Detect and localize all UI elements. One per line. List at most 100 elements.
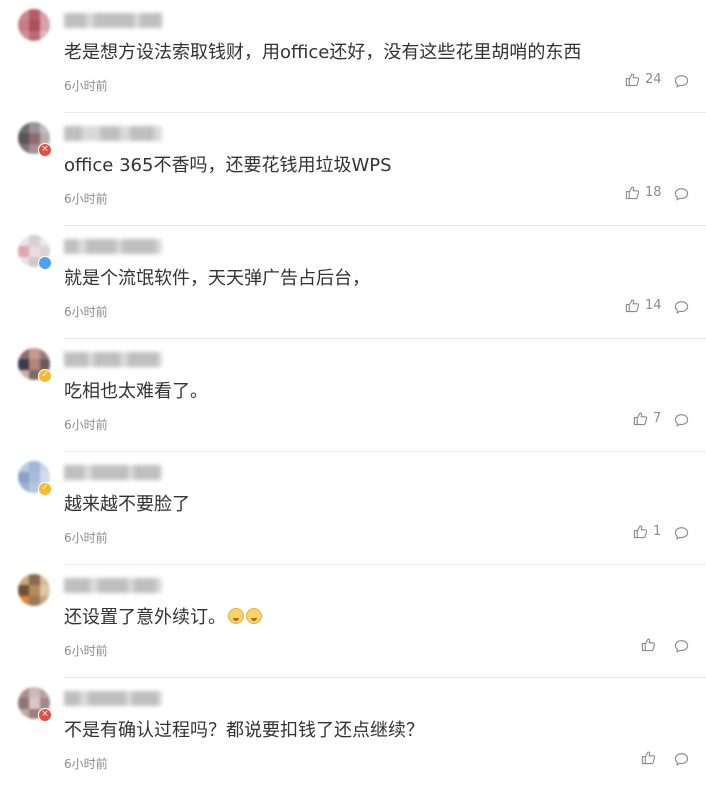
emoji-icon: [246, 608, 262, 624]
avatar-tile: [29, 246, 40, 257]
avatar-tile: [18, 461, 29, 472]
emoji-icon: [228, 608, 244, 624]
username-blur-segment: [100, 126, 120, 141]
avatar-tile: [40, 31, 50, 41]
username-blur-segment: [92, 465, 128, 480]
comment-text: 还设置了意外续订。: [64, 605, 262, 631]
comment-text: 就是个流氓软件，天天弹广告占后台，: [64, 268, 370, 289]
username-blurred[interactable]: [64, 465, 162, 480]
avatar-tile: [40, 585, 50, 596]
like-button[interactable]: [641, 637, 656, 652]
avatar-tile: [29, 698, 40, 709]
thumbs-up-icon: [633, 525, 648, 539]
comment-item: 老是想方设法索取钱财，用office还好，没有这些花里胡哨的东西 6小时前 24: [0, 0, 706, 113]
username-blur-segment: [64, 578, 90, 593]
username-blur-segment: [64, 465, 84, 480]
like-count: 18: [645, 185, 662, 200]
username-blur-segment: [64, 691, 80, 706]
reply-icon[interactable]: [674, 74, 689, 89]
avatar-tile: [18, 585, 29, 596]
username-blurred[interactable]: [64, 239, 162, 254]
avatar-tile: [40, 20, 50, 31]
username-blur-segment: [98, 578, 128, 593]
username-blur-segment: [94, 352, 120, 367]
username-blur-segment: [130, 126, 154, 141]
thumbs-up-icon: [633, 412, 648, 426]
avatar-tile: [18, 348, 29, 359]
username-blur-segment: [64, 352, 88, 367]
thumbs-up-icon: [641, 751, 656, 765]
username-blur-segment: [122, 239, 156, 254]
username-blurred[interactable]: [64, 352, 162, 367]
username-blurred[interactable]: [64, 126, 162, 141]
comment-text: office 365不香吗，还要花钱用垃圾WPS: [64, 155, 392, 176]
comment-time: 6小时前: [64, 192, 108, 206]
comment-time: 6小时前: [64, 644, 108, 658]
comment-text: 越来越不要脸了: [64, 494, 190, 515]
username-blur-segment: [88, 691, 126, 706]
avatar-tile: [18, 31, 29, 41]
thumbs-up-icon: [625, 299, 640, 313]
comment-time: 6小时前: [64, 531, 108, 545]
like-button[interactable]: 1: [633, 524, 661, 539]
username-blur-segment: [64, 239, 78, 254]
avatar-tile: [29, 348, 40, 359]
reply-icon[interactable]: [674, 413, 689, 428]
username-blur-segment: [140, 13, 162, 28]
avatar-tile: [18, 133, 29, 144]
username-blur-segment: [134, 578, 156, 593]
like-button[interactable]: 14: [625, 298, 662, 313]
avatar-tile: [18, 596, 29, 606]
avatar-tile: [40, 235, 50, 246]
comment-time: 6小时前: [64, 305, 108, 319]
avatar-tile: [18, 359, 29, 370]
avatar-tile: [29, 122, 40, 133]
username-blur-segment: [86, 239, 116, 254]
like-button[interactable]: 7: [633, 411, 661, 426]
comment-item: 还设置了意外续订。 6小时前: [0, 565, 706, 678]
avatar-tile: [18, 687, 29, 698]
avatar-tile: [29, 585, 40, 596]
reply-icon[interactable]: [674, 752, 689, 767]
like-button[interactable]: 24: [625, 72, 662, 87]
avatar-tile: [29, 687, 40, 698]
username-blurred[interactable]: [64, 13, 162, 28]
avatar[interactable]: [18, 574, 50, 606]
username-blurred[interactable]: [64, 578, 162, 593]
avatar-tile: [18, 235, 29, 246]
avatar-tile: [18, 246, 29, 257]
verified-badge-icon: ✓: [38, 482, 52, 496]
comment-item: × 不是有确认过程吗？都说要扣钱了还点继续？ 6小时前: [0, 678, 706, 791]
avatar-tile: [18, 698, 29, 709]
avatar-tile: [40, 9, 50, 20]
like-count: 1: [653, 524, 662, 539]
like-button[interactable]: [641, 750, 656, 765]
avatar-tile: [18, 472, 29, 483]
comment-list: 老是想方设法索取钱财，用office还好，没有这些花里胡哨的东西 6小时前 24…: [0, 0, 706, 791]
comment-item: ✓ 越来越不要脸了 6小时前 1: [0, 452, 706, 565]
avatar[interactable]: [18, 9, 50, 41]
avatar-tile: [40, 687, 50, 698]
username-blur-segment: [134, 465, 160, 480]
reply-icon[interactable]: [674, 187, 689, 202]
reply-icon[interactable]: [674, 300, 689, 315]
avatar-tile: [18, 122, 29, 133]
comment-time: 6小时前: [64, 79, 108, 93]
thumbs-up-icon: [625, 73, 640, 87]
avatar-tile: [29, 461, 40, 472]
avatar-tile: [29, 574, 40, 585]
avatar-tile: [29, 31, 40, 41]
comment-text: 老是想方设法索取钱财，用office还好，没有这些花里胡哨的东西: [64, 42, 582, 63]
avatar-tile: [29, 9, 40, 20]
avatar-tile: [18, 20, 29, 31]
username-blur-segment: [64, 126, 82, 141]
like-button[interactable]: 18: [625, 185, 662, 200]
comment-item: × office 365不香吗，还要花钱用垃圾WPS 6小时前 18: [0, 113, 706, 226]
reply-icon[interactable]: [674, 639, 689, 654]
comment-time: 6小时前: [64, 418, 108, 432]
avatar-tile: [40, 348, 50, 359]
avatar-tile: [40, 122, 50, 133]
avatar-tile: [18, 483, 29, 493]
reply-icon[interactable]: [674, 526, 689, 541]
username-blurred[interactable]: [64, 691, 162, 706]
